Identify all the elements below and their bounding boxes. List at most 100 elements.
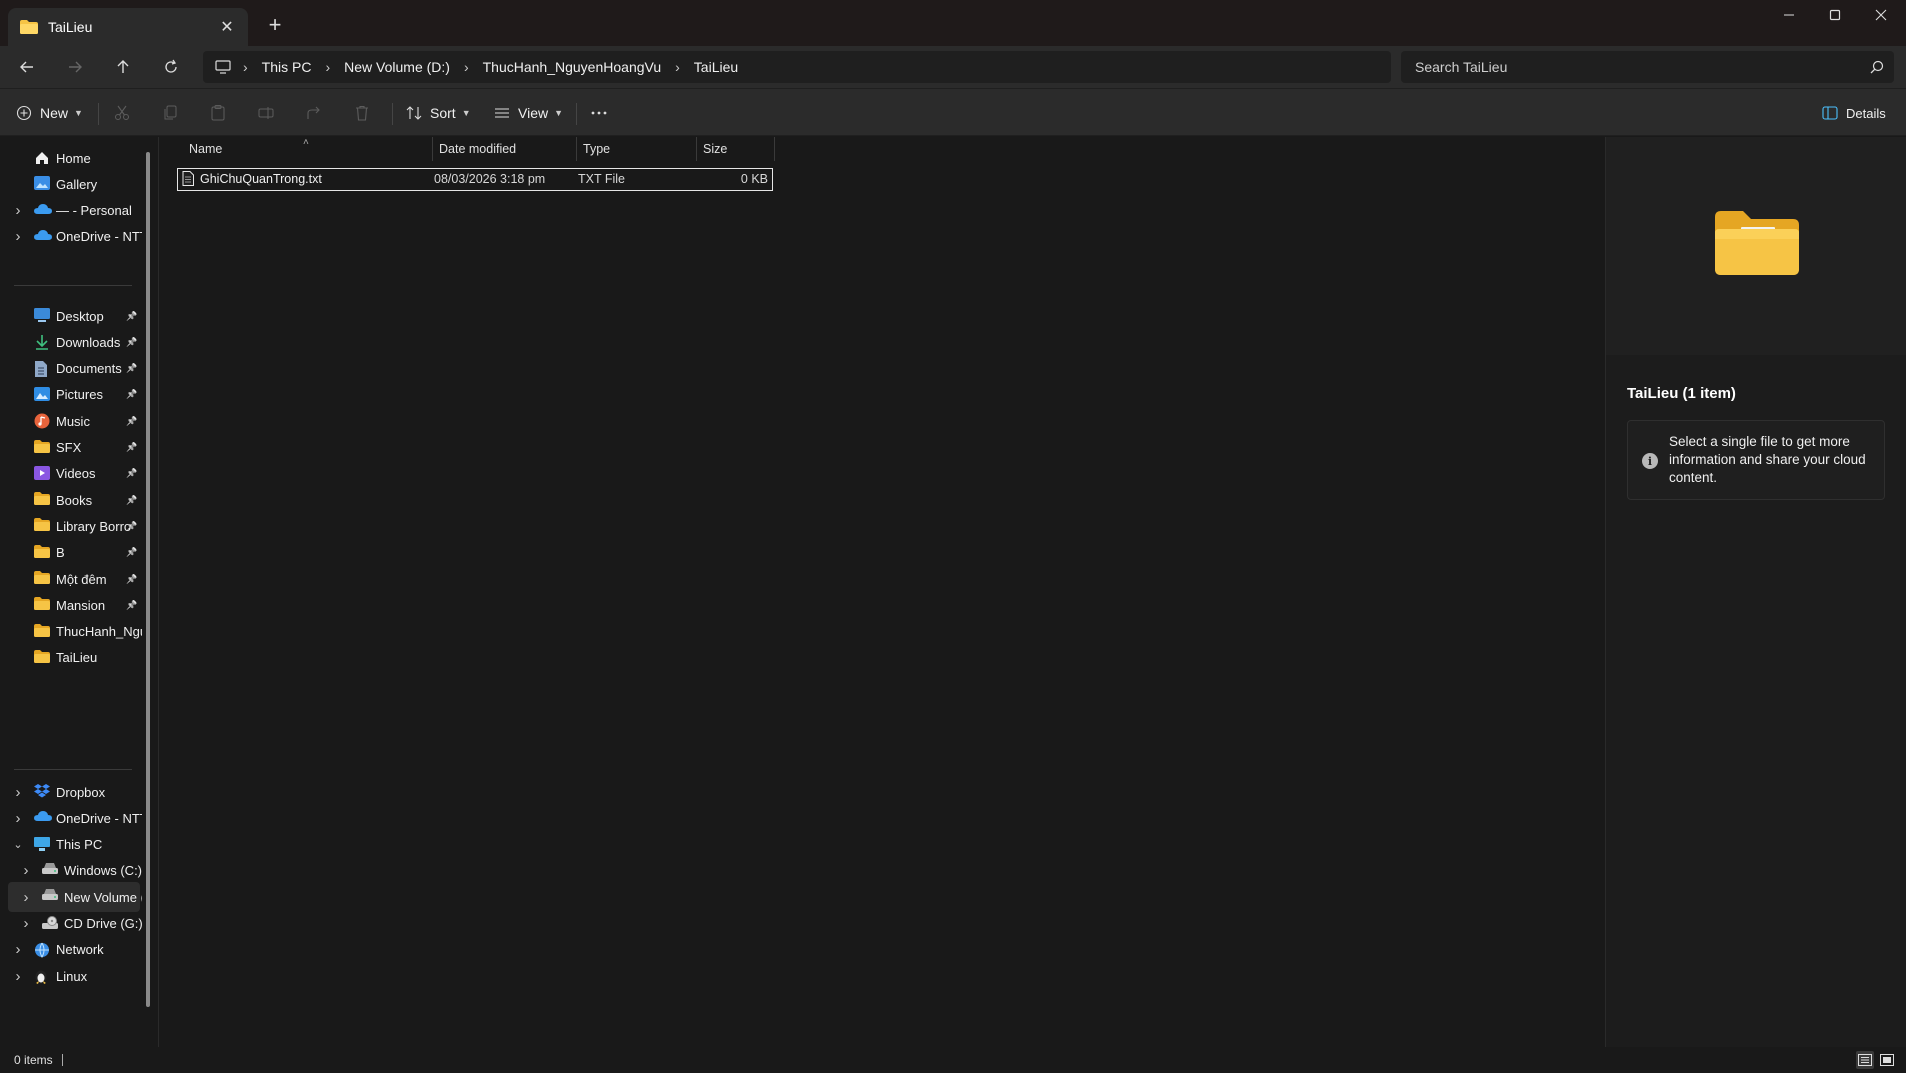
table-row[interactable]: GhiChuQuanTrong.txt 08/03/2026 3:18 pm T…	[177, 168, 773, 191]
breadcrumb-item[interactable]: This PC	[252, 59, 322, 75]
sidebar-item-label: New Volume (I	[64, 889, 142, 905]
status-bar: 0 items	[0, 1047, 1906, 1073]
linux-icon	[34, 968, 52, 985]
pin-icon[interactable]: 📌	[126, 442, 137, 453]
tab-tailieu[interactable]: TaiLieu ✕	[8, 8, 248, 46]
chevron-right-icon[interactable]: ›	[12, 968, 24, 985]
large-icons-view-icon[interactable]	[1878, 1051, 1896, 1069]
chevron-down-icon: ▼	[554, 108, 564, 118]
pin-icon[interactable]: 📌	[126, 495, 137, 506]
pin-icon[interactable]: 📌	[126, 521, 137, 532]
maximize-icon[interactable]	[1812, 0, 1858, 30]
drive-icon	[42, 889, 60, 905]
pin-icon[interactable]: 📌	[126, 416, 137, 427]
rename-icon[interactable]	[258, 97, 274, 129]
copy-icon[interactable]	[162, 97, 178, 129]
view-label: View	[518, 105, 549, 121]
close-window-icon[interactable]	[1858, 0, 1904, 30]
sort-button[interactable]: Sort ▼	[406, 97, 471, 129]
details-button[interactable]: Details	[1822, 97, 1886, 129]
minimize-icon[interactable]	[1766, 0, 1812, 30]
pin-icon[interactable]: 📌	[126, 468, 137, 479]
pin-icon[interactable]: 📌	[126, 600, 137, 611]
info-box: i Select a single file to get more infor…	[1627, 420, 1885, 500]
file-size: 0 KB	[740, 172, 768, 186]
sidebar-divider	[14, 769, 132, 770]
chevron-right-icon[interactable]: ›	[20, 915, 32, 932]
status-divider	[62, 1054, 63, 1066]
refresh-icon[interactable]	[154, 51, 188, 83]
search-icon[interactable]	[1860, 60, 1894, 74]
details-pane-icon	[1822, 106, 1838, 120]
column-header-date[interactable]: Date modified	[433, 137, 577, 161]
sidebar-item-label: ThucHanh_Ngu	[56, 624, 142, 640]
chevron-down-icon: ▼	[74, 108, 83, 118]
sidebar-item-label: Dropbox	[56, 784, 106, 800]
more-options-icon[interactable]	[590, 97, 608, 129]
file-list: Name ˄ Date modified Type Size GhiChuQua…	[158, 137, 1604, 1047]
search-input[interactable]	[1415, 59, 1860, 75]
sort-icon	[406, 105, 422, 121]
new-tab-button[interactable]: +	[258, 10, 292, 40]
address-row: › This PC › New Volume (D:) › ThucHanh_N…	[0, 46, 1906, 88]
sidebar-item-tailieu[interactable]: TaiLieu	[0, 643, 148, 673]
downloads-icon	[34, 334, 52, 351]
cut-icon[interactable]	[114, 97, 130, 129]
breadcrumb-item[interactable]: New Volume (D:)	[334, 59, 460, 75]
pin-icon[interactable]: 📌	[126, 574, 137, 585]
sort-label: Sort	[430, 105, 456, 121]
chevron-right-icon[interactable]: ›	[239, 59, 252, 75]
new-button[interactable]: New ▼	[16, 97, 83, 129]
forward-icon[interactable]	[58, 51, 92, 83]
title-bar: TaiLieu ✕ +	[0, 0, 1906, 46]
view-button[interactable]: View ▼	[494, 97, 563, 129]
music-icon	[34, 413, 52, 429]
folder-icon	[20, 20, 38, 34]
chevron-right-icon[interactable]: ›	[12, 810, 24, 827]
column-header-type[interactable]: Type	[577, 137, 697, 161]
paste-icon[interactable]	[210, 97, 226, 129]
chevron-right-icon[interactable]: ›	[671, 59, 684, 75]
onedrive-icon	[34, 229, 52, 245]
breadcrumb[interactable]: › This PC › New Volume (D:) › ThucHanh_N…	[203, 51, 1391, 83]
pin-icon[interactable]: 📌	[126, 337, 137, 348]
sidebar-item-onedrive-ntt[interactable]: › OneDrive - NTT	[0, 222, 148, 252]
chevron-right-icon[interactable]: ›	[460, 59, 473, 75]
navigation-pane: Home Gallery › — - Personal › OneDrive - NTT …	[0, 137, 158, 1047]
details-label: Details	[1846, 105, 1886, 121]
chevron-down-icon[interactable]: ⌄	[12, 838, 24, 851]
sidebar-scrollbar[interactable]	[146, 152, 150, 1007]
delete-icon[interactable]	[354, 97, 370, 129]
chevron-right-icon[interactable]: ›	[20, 889, 32, 906]
divider	[576, 103, 577, 125]
pin-icon[interactable]: 📌	[126, 389, 137, 400]
breadcrumb-item[interactable]: TaiLieu	[684, 59, 748, 75]
desktop-icon	[34, 308, 52, 324]
chevron-right-icon[interactable]: ›	[12, 784, 24, 801]
back-icon[interactable]	[10, 51, 44, 83]
chevron-right-icon[interactable]: ›	[12, 941, 24, 958]
chevron-right-icon[interactable]: ›	[12, 202, 24, 219]
pin-icon[interactable]: 📌	[126, 363, 137, 374]
item-count: 0 items	[14, 1053, 53, 1067]
close-tab-icon[interactable]: ✕	[212, 12, 242, 42]
chevron-right-icon[interactable]: ›	[12, 228, 24, 245]
chevron-right-icon[interactable]: ›	[321, 59, 334, 75]
breadcrumb-item[interactable]: ThucHanh_NguyenHoangVu	[473, 59, 672, 75]
pin-icon[interactable]: 📌	[126, 311, 137, 322]
column-header-size[interactable]: Size	[697, 137, 775, 161]
sidebar-item-linux[interactable]: › Linux	[0, 961, 148, 991]
folder-icon	[34, 623, 52, 640]
share-icon[interactable]	[306, 97, 322, 129]
info-text: Select a single file to get more informa…	[1669, 434, 1866, 485]
sidebar-item-label: CD Drive (G:)	[64, 916, 142, 931]
file-date: 08/03/2026 3:18 pm	[434, 172, 546, 186]
sidebar-item-label: Linux	[56, 968, 88, 984]
pin-icon[interactable]: 📌	[126, 547, 137, 558]
sort-up-icon: ˄	[303, 137, 309, 148]
folder-icon	[34, 439, 52, 456]
chevron-right-icon[interactable]: ›	[20, 862, 32, 879]
details-view-icon[interactable]	[1856, 1051, 1874, 1069]
up-icon[interactable]	[106, 51, 140, 83]
dropbox-icon	[34, 784, 52, 800]
